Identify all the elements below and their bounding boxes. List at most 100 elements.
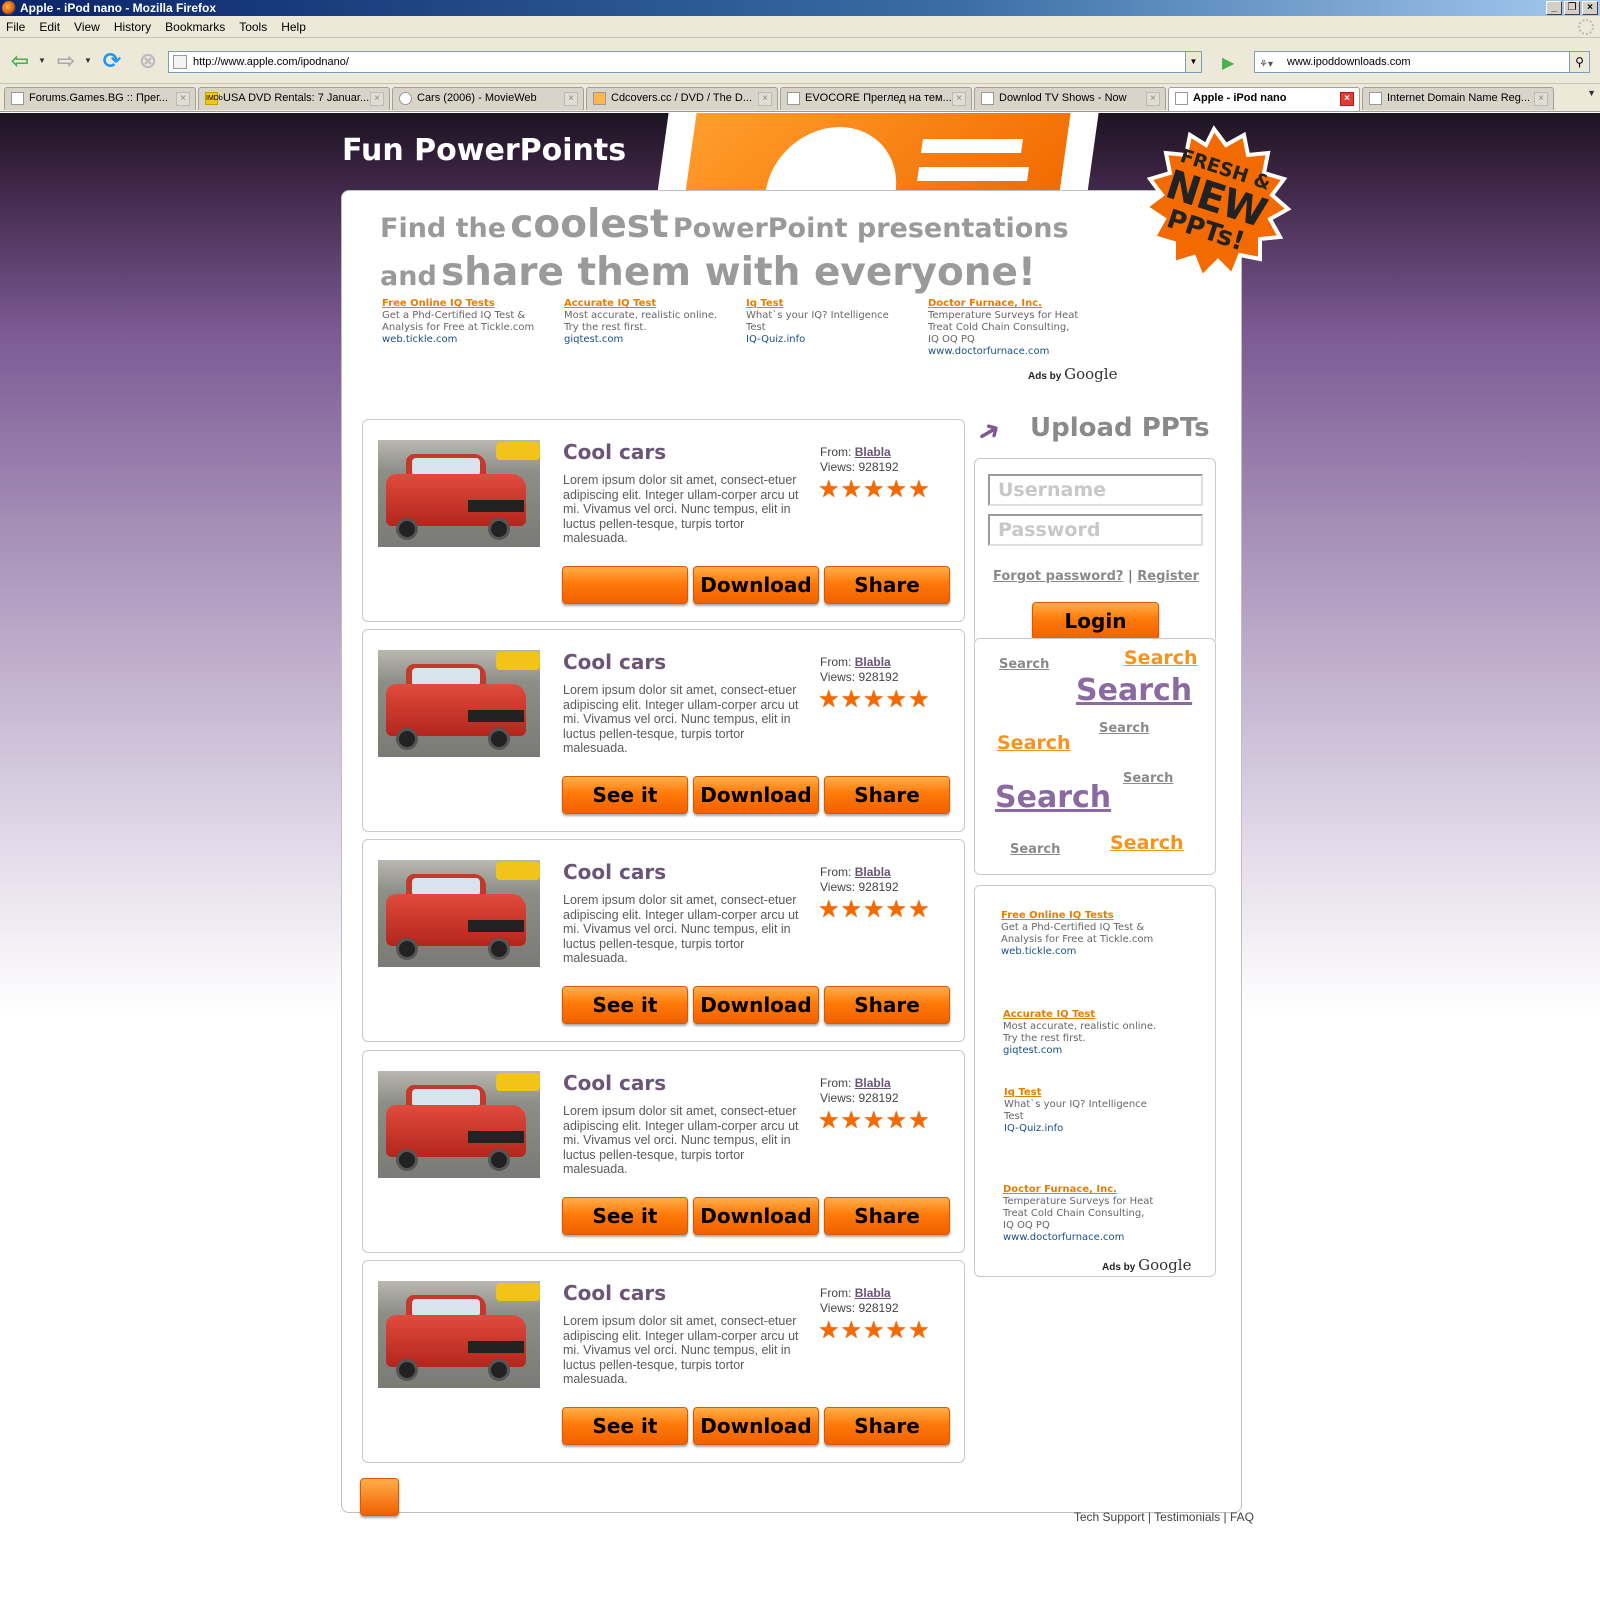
rating-stars[interactable]: ★ ★ ★ ★ ★ [818,1319,930,1343]
download-button[interactable]: Download [693,776,819,814]
ad-url[interactable]: www.doctorfurnace.com [928,346,1078,358]
ppt-title[interactable]: Cool cars [563,860,666,884]
author-link[interactable]: Blabla [855,865,891,879]
ad-headline[interactable]: Iq Test [1004,1087,1147,1099]
ad-url[interactable]: giqtest.com [564,334,717,346]
tab-cars-movieweb[interactable]: Cars (2006) - MovieWeb × [392,87,584,110]
search-engine-icon[interactable]: ⚘▾ [1259,55,1281,70]
back-button[interactable]: ⇦ [6,47,34,75]
tab-forums-games[interactable]: Forums.Games.BG :: Прег... × [4,87,196,110]
tab-cdcovers[interactable]: Cdcovers.cc / DVD / The D... × [586,87,778,110]
tab-apple-ipod-nano[interactable]: Apple - iPod nano × [1168,87,1360,111]
ad-url[interactable]: IQ-Quiz.info [746,334,889,346]
menu-help[interactable]: Help [281,20,306,34]
menu-file[interactable]: File [6,20,25,34]
ad-url[interactable]: www.doctorfurnace.com [1003,1232,1153,1244]
tab-internet-domain[interactable]: Internet Domain Name Reg... × [1362,87,1554,110]
author-link[interactable]: Blabla [855,445,891,459]
rating-stars[interactable]: ★ ★ ★ ★ ★ [818,478,930,502]
search-bar[interactable]: ⚘▾ www.ipoddownloads.com ⚲ [1254,51,1590,73]
ad-headline[interactable]: Free Online IQ Tests [382,298,534,310]
download-button[interactable]: Download [693,1197,819,1235]
see-it-button[interactable]: See it [562,776,688,814]
search-icon[interactable]: ⚲ [1569,52,1589,72]
go-button[interactable]: ▶ [1222,53,1234,73]
ad-block[interactable]: Accurate IQ Test Most accurate, realisti… [564,298,717,346]
login-button[interactable]: Login [1032,602,1159,640]
rating-stars[interactable]: ★ ★ ★ ★ ★ [818,1109,930,1133]
menu-edit[interactable]: Edit [39,20,60,34]
tab-close-icon[interactable]: × [952,92,966,106]
tab-close-icon[interactable]: × [1340,92,1354,106]
close-window-button[interactable]: × [1582,1,1598,15]
share-button[interactable]: Share [824,776,950,814]
search-tag-link[interactable]: Search [1124,647,1198,669]
ad-url[interactable]: giqtest.com [1003,1045,1156,1057]
pagination-button[interactable] [360,1478,399,1516]
forward-history-dropdown-icon[interactable]: ▼ [84,56,92,65]
ppt-thumbnail[interactable] [378,860,540,967]
ad-block[interactable]: Iq Test What`s your IQ? Intelligence Tes… [746,298,889,346]
ad-url[interactable]: web.tickle.com [1001,946,1153,958]
search-tag-link[interactable]: Search [1099,721,1149,736]
download-button[interactable]: Download [693,566,819,604]
stop-button[interactable]: ⊗ [134,47,162,75]
ppt-title[interactable]: Cool cars [563,650,666,674]
search-tag-link[interactable]: Search [1076,673,1192,708]
tab-close-icon[interactable]: × [758,92,772,106]
search-tag-link[interactable]: Search [1123,771,1173,786]
ppt-thumbnail[interactable] [378,440,540,547]
rating-stars[interactable]: ★ ★ ★ ★ ★ [818,898,930,922]
search-tag-link[interactable]: Search [1010,842,1060,857]
ads-by-google[interactable]: Ads by Google [1028,365,1117,383]
share-button[interactable]: Share [824,566,950,604]
tab-list-dropdown-icon[interactable]: ▼ [1587,88,1596,98]
see-it-button[interactable]: See it [562,1407,688,1445]
tab-downlod-tv-shows[interactable]: Downlod TV Shows - Now × [974,87,1166,110]
search-tag-link[interactable]: Search [997,732,1071,754]
ppt-thumbnail[interactable] [378,650,540,757]
tab-evocore[interactable]: EVOCORE Преглед на тем... × [780,87,972,110]
username-field[interactable]: Username [988,474,1203,506]
share-button[interactable]: Share [824,986,950,1024]
forgot-password-link[interactable]: Forgot password? [993,569,1123,584]
see-it-button[interactable]: See it [562,986,688,1024]
tab-close-icon[interactable]: × [1146,92,1160,106]
tab-close-icon[interactable]: × [370,92,384,106]
ads-by-google[interactable]: Ads by Google [1102,1256,1191,1274]
author-link[interactable]: Blabla [855,1286,891,1300]
ad-headline[interactable]: Free Online IQ Tests [1001,910,1153,922]
ad-url[interactable]: web.tickle.com [382,334,534,346]
ad-block[interactable]: Iq Test What`s your IQ? Intelligence Tes… [1004,1087,1147,1135]
menu-history[interactable]: History [114,20,151,34]
tab-close-icon[interactable]: × [564,92,578,106]
ad-block[interactable]: Doctor Furnace, Inc. Temperature Surveys… [928,298,1078,358]
ppt-thumbnail[interactable] [378,1071,540,1178]
search-tag-link[interactable]: Search [999,657,1049,672]
see-it-button[interactable] [562,566,688,604]
ad-block[interactable]: Free Online IQ Tests Get a Phd-Certified… [1001,910,1153,958]
forward-button[interactable]: ⇨ [52,47,80,75]
ppt-title[interactable]: Cool cars [563,1281,666,1305]
tab-usa-dvd-rentals[interactable]: IMDb USA DVD Rentals: 7 Januar... × [198,87,390,110]
ad-url[interactable]: IQ-Quiz.info [1004,1123,1147,1135]
url-dropdown-icon[interactable]: ▼ [1185,52,1201,72]
ad-headline[interactable]: Iq Test [746,298,889,310]
ppt-title[interactable]: Cool cars [563,440,666,464]
ad-block[interactable]: Accurate IQ Test Most accurate, realisti… [1003,1009,1156,1057]
tab-close-icon[interactable]: × [176,92,190,106]
ad-headline[interactable]: Accurate IQ Test [564,298,717,310]
ad-block[interactable]: Doctor Furnace, Inc. Temperature Surveys… [1003,1184,1153,1244]
back-history-dropdown-icon[interactable]: ▼ [38,56,46,65]
see-it-button[interactable]: See it [562,1197,688,1235]
author-link[interactable]: Blabla [855,655,891,669]
download-button[interactable]: Download [693,986,819,1024]
menu-bookmarks[interactable]: Bookmarks [165,20,225,34]
rating-stars[interactable]: ★ ★ ★ ★ ★ [818,688,930,712]
url-bar[interactable]: http://www.apple.com/ipodnano/ ▼ [168,51,1202,73]
ad-headline[interactable]: Doctor Furnace, Inc. [928,298,1078,310]
search-tag-link[interactable]: Search [1110,832,1184,854]
restore-button[interactable]: ❐ [1564,1,1580,15]
footer-testimonials[interactable]: Testimonials [1154,1510,1220,1524]
author-link[interactable]: Blabla [855,1076,891,1090]
